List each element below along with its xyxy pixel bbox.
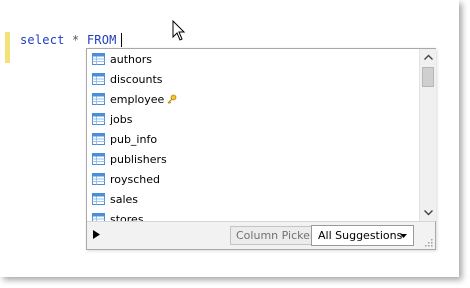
dropdown-arrow-icon	[400, 234, 407, 238]
suggestion-item[interactable]: discounts	[87, 69, 419, 89]
keyword-select: select	[20, 33, 65, 47]
table-icon	[92, 153, 105, 165]
vertical-scrollbar[interactable]	[419, 49, 436, 221]
mouse-pointer-icon	[172, 20, 186, 41]
suggestion-filter-label: All Suggestions	[318, 229, 403, 242]
table-icon	[92, 93, 105, 105]
table-icon	[92, 193, 105, 205]
column-picker-button[interactable]: Column Picker	[230, 226, 321, 245]
scroll-up-arrow[interactable]	[420, 49, 436, 65]
table-icon	[92, 213, 105, 221]
suggestion-item[interactable]: authors	[87, 49, 419, 69]
suggestion-label: roysched	[110, 172, 161, 186]
suggestion-label: stores	[110, 212, 144, 222]
suggestion-item[interactable]: publishers	[87, 149, 419, 169]
chevron-up-icon	[423, 54, 433, 60]
suggestion-label: jobs	[110, 112, 133, 126]
table-icon	[92, 53, 105, 65]
suggestion-item[interactable]: jobs	[87, 109, 419, 129]
text-caret	[120, 33, 122, 47]
table-icon	[92, 173, 105, 185]
chevron-down-icon	[423, 210, 433, 216]
suggestion-label: discounts	[110, 72, 163, 86]
suggestion-list: authors discounts employee jobs pub_infopubl…	[87, 49, 419, 221]
suggestion-label: authors	[110, 52, 152, 66]
suggestion-item[interactable]: pub_info	[87, 129, 419, 149]
popup-footer: Column Picker All Suggestions	[87, 221, 435, 249]
suggestion-label: publishers	[110, 152, 167, 166]
table-icon	[92, 133, 105, 145]
scroll-down-arrow[interactable]	[420, 205, 436, 221]
play-icon[interactable]	[93, 230, 100, 239]
suggestion-item[interactable]: stores	[87, 209, 419, 221]
suggestion-item[interactable]: employee	[87, 89, 419, 109]
table-icon	[92, 113, 105, 125]
suggestion-label: employee	[110, 92, 165, 106]
suggestion-item[interactable]: roysched	[87, 169, 419, 189]
suggestion-item[interactable]: sales	[87, 189, 419, 209]
keyword-from: FROM	[86, 33, 117, 47]
resize-grip-icon[interactable]	[424, 238, 433, 247]
table-icon	[92, 73, 105, 85]
star-token: *	[72, 33, 80, 47]
sql-editor-line[interactable]: select * FROM	[20, 33, 122, 47]
scrollbar-thumb[interactable]	[422, 67, 434, 87]
autocomplete-popup: authors discounts employee jobs pub_infopubl…	[86, 48, 436, 250]
current-line-gutter-marker	[5, 32, 10, 63]
key-icon	[167, 94, 177, 104]
suggestion-label: pub_info	[110, 132, 158, 146]
editor-window: select * FROM authors discounts employee jo…	[0, 0, 459, 277]
suggestion-filter-dropdown[interactable]: All Suggestions	[311, 225, 414, 246]
suggestion-label: sales	[110, 192, 139, 206]
